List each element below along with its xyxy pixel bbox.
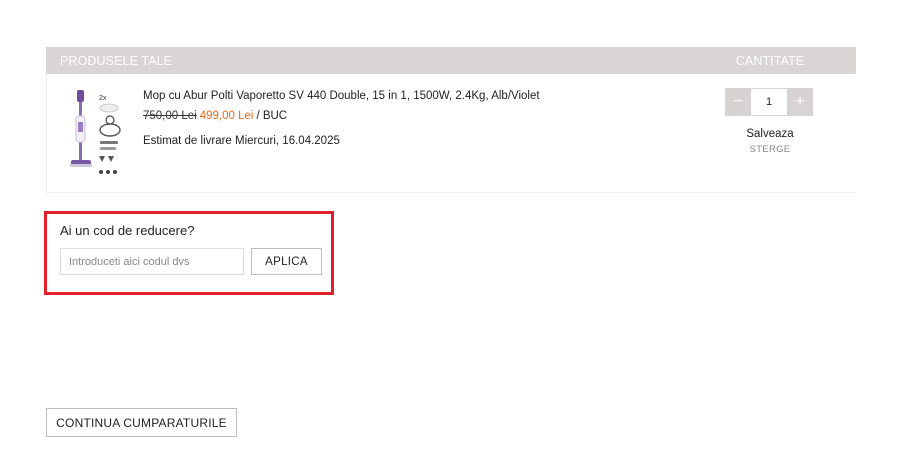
quantity-stepper: − + [725, 88, 815, 116]
quantity-controls: − + Salveaza STERGE [725, 88, 815, 155]
sale-price: 499,00 Lei [199, 110, 254, 122]
delivery-estimate: Estimat de livrare Miercuri, 16.04.2025 [143, 135, 340, 147]
cart-table: PRODUSELE TALE CANTITATE 2x Mop cu Abur … [46, 47, 856, 193]
save-for-later-link[interactable]: Salveaza [725, 128, 815, 140]
product-thumbnail[interactable]: 2x [67, 86, 123, 182]
product-info: Mop cu Abur Polti Vaporetto SV 440 Doubl… [143, 90, 540, 147]
quantity-column-header: CANTITATE [735, 53, 805, 68]
plus-icon: + [795, 93, 805, 110]
svg-text:2x: 2x [99, 95, 107, 102]
coupon-title: Ai un cod de reducere? [60, 223, 195, 238]
coupon-section: Ai un cod de reducere? APLICA [44, 211, 334, 295]
product-name-link[interactable]: Mop cu Abur Polti Vaporetto SV 440 Doubl… [143, 90, 540, 102]
products-column-header: PRODUSELE TALE [60, 53, 173, 68]
quantity-input[interactable] [751, 88, 787, 116]
minus-icon: − [733, 93, 743, 110]
decrement-button[interactable]: − [725, 88, 751, 116]
price-line: 750,00 Lei 499,00 Lei / BUC [143, 110, 540, 122]
increment-button[interactable]: + [787, 88, 813, 116]
delete-item-link[interactable]: STERGE [725, 144, 815, 155]
cart-header: PRODUSELE TALE CANTITATE [46, 47, 856, 74]
coupon-code-input[interactable] [60, 248, 244, 275]
cart-item-row: 2x Mop cu Abur Polti Vaporetto SV 440 Do… [46, 74, 856, 193]
old-price: 750,00 Lei [143, 110, 197, 122]
steam-mop-image-icon: 2x [70, 90, 121, 174]
apply-coupon-button[interactable]: APLICA [251, 248, 322, 275]
price-unit: / BUC [256, 110, 288, 122]
continue-shopping-button[interactable]: CONTINUA CUMPARATURILE [46, 408, 237, 437]
